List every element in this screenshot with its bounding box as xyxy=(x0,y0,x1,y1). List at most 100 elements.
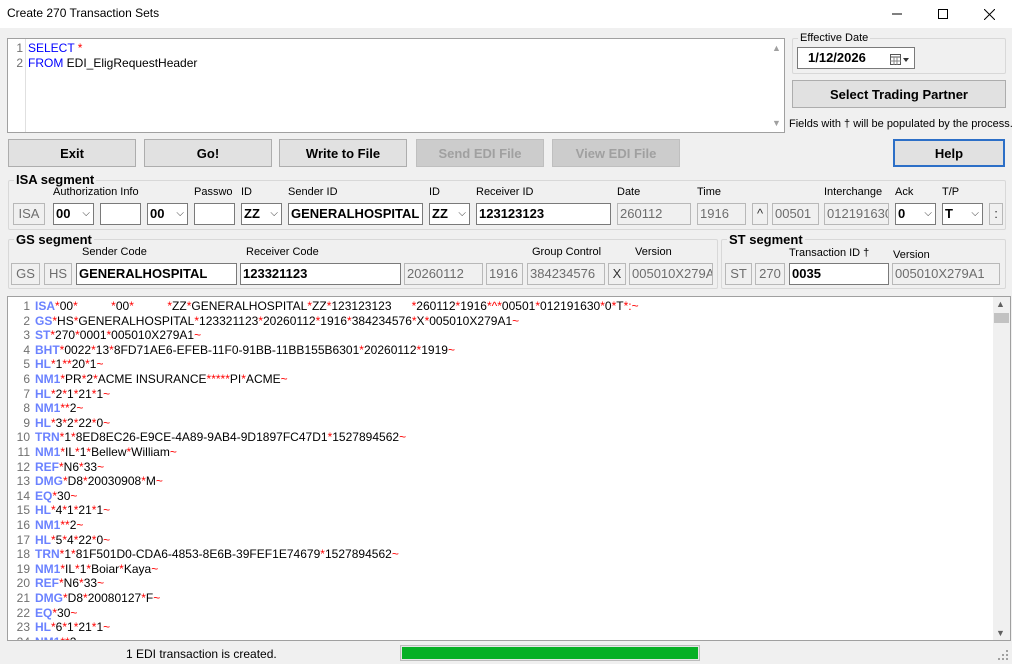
sql-scrollbar[interactable]: ▲ ▼ xyxy=(769,39,784,132)
interchange-control-field: 012191630 xyxy=(824,203,889,225)
receiver-id-label: Receiver ID xyxy=(476,186,534,198)
line-number: 21 xyxy=(16,591,30,605)
sql-text: EDI_EligRequestHeader xyxy=(63,56,198,70)
effective-date-label: Effective Date xyxy=(798,32,871,44)
ack-value: 0 xyxy=(898,206,906,221)
resize-grip-icon[interactable] xyxy=(997,649,1009,661)
isa-time-field: 1916 xyxy=(697,203,746,225)
segment-id: BHT xyxy=(35,342,60,357)
select-trading-partner-button[interactable]: Select Trading Partner xyxy=(792,80,1006,108)
segment-id: GS xyxy=(35,313,53,328)
group-control-label: Group Control xyxy=(532,246,602,258)
chevron-down-icon: ⌵ xyxy=(176,208,184,219)
exit-button[interactable]: Exit xyxy=(8,139,136,167)
time-label: Time xyxy=(697,186,722,198)
segment-id: HL xyxy=(35,532,51,547)
auth-qualifier-select[interactable]: 00 ⌵ xyxy=(53,203,94,225)
line-number: 19 xyxy=(16,561,30,576)
segment-body: **2~ xyxy=(60,635,83,640)
sender-id-input[interactable]: GENERALHOSPITAL xyxy=(288,203,423,225)
repetition-separator-field: ^ xyxy=(752,203,768,225)
write-to-file-button[interactable]: Write to File xyxy=(279,139,407,167)
segment-id: HL xyxy=(35,357,51,372)
sender-qualifier-label: ID xyxy=(241,186,252,198)
interchange-label: Interchange xyxy=(824,186,883,198)
edi-line: 6 NM1*PR*2*ACME INSURANCE*****PI*ACME~ xyxy=(8,372,287,387)
line-number: 14 xyxy=(16,488,30,503)
close-button[interactable] xyxy=(966,0,1012,28)
edi-line: 10 TRN*1*8ED8EC26-E9CE-4A89-9AB4-9D1897FC… xyxy=(8,430,406,445)
gs-time-field: 1916 xyxy=(486,263,523,285)
isa-date-field: 260112 xyxy=(617,203,691,225)
edi-line: 9 HL*3*2*22*0~ xyxy=(8,416,110,431)
line-number: 4 xyxy=(23,342,30,357)
segment-id: NM1 xyxy=(35,518,61,532)
st-segment-title: ST segment xyxy=(727,232,805,247)
effective-date-picker[interactable]: 1/12/2026 xyxy=(797,47,915,69)
gs-receiver-code-input[interactable]: 123321123 xyxy=(240,263,401,285)
receiver-qualifier-select[interactable]: ZZ ⌵ xyxy=(429,203,470,225)
scroll-up-icon[interactable]: ▲ xyxy=(996,299,1005,309)
title-bar: Create 270 Transaction Sets xyxy=(0,0,1012,28)
sub-element-separator-field: : xyxy=(989,203,1003,225)
populated-note: Fields with † will be populated by the p… xyxy=(789,118,1012,130)
chevron-down-icon: ⌵ xyxy=(82,208,90,219)
sql-query-editor[interactable]: 1 SELECT * 2 FROM EDI_EligRequestHeader ▲ … xyxy=(7,38,785,133)
segment-body: *D8*20080127*F~ xyxy=(63,591,161,605)
sender-code-label: Sender Code xyxy=(82,246,147,258)
chevron-down-icon: ⌵ xyxy=(270,208,278,219)
auth-info-input[interactable] xyxy=(100,203,141,225)
calendar-dropdown-icon[interactable] xyxy=(890,52,910,68)
maximize-button[interactable] xyxy=(920,0,966,28)
sql-text: * xyxy=(74,41,83,55)
edi-line: 20 REF*N6*33~ xyxy=(8,576,104,591)
line-number: 6 xyxy=(23,372,30,386)
help-button[interactable]: Help xyxy=(893,139,1005,167)
scroll-down-icon[interactable]: ▼ xyxy=(769,116,784,130)
sender-qualifier-select[interactable]: ZZ ⌵ xyxy=(241,203,282,225)
receiver-qualifier-value: ZZ xyxy=(432,206,448,221)
transaction-id-input[interactable]: 0035 xyxy=(789,263,889,285)
scrollbar-thumb[interactable] xyxy=(994,313,1009,323)
line-number: 9 xyxy=(23,415,30,430)
segment-id: HL xyxy=(35,386,51,401)
gs-sender-code-input[interactable]: GENERALHOSPITAL xyxy=(76,263,237,285)
ack-select[interactable]: 0 ⌵ xyxy=(895,203,936,225)
scroll-up-icon[interactable]: ▲ xyxy=(769,41,784,55)
gs-version-field: 005010X279A1 xyxy=(629,263,713,285)
send-edi-file-button[interactable]: Send EDI File xyxy=(416,139,544,167)
tp-label: T/P xyxy=(942,186,960,198)
auth-qualifier-value: 00 xyxy=(56,206,71,221)
tp-value: T xyxy=(945,206,953,221)
segment-id: TRN xyxy=(35,430,60,445)
minimize-icon xyxy=(892,13,902,15)
segment-body: *6*1*21*1~ xyxy=(51,620,111,635)
password-input[interactable] xyxy=(194,203,235,225)
line-number: 22 xyxy=(16,605,30,620)
line-number: 8 xyxy=(23,401,30,416)
edi-line: 17 HL*5*4*22*0~ xyxy=(8,532,111,548)
functional-id-field: HS xyxy=(44,263,72,285)
segment-id: TRN xyxy=(35,547,60,562)
minimize-button[interactable] xyxy=(874,0,920,28)
password-qualifier-select[interactable]: 00 ⌵ xyxy=(147,203,188,225)
edi-line: 18 TRN*1*81F501D0-CDA6-4853-8E6B-39FEF1E7… xyxy=(8,547,399,562)
edi-line: 8 NM1**2~ xyxy=(8,401,83,416)
line-number: 5 xyxy=(23,357,30,372)
go-button[interactable]: Go! xyxy=(144,139,272,167)
edi-line: 2 GS*HS*GENERALHOSPITAL*123321123*2026011… xyxy=(8,314,519,329)
edi-output-editor[interactable]: 1 ISA*00* *00* *ZZ*GENERALHOSPITAL*ZZ*123… xyxy=(7,296,1011,641)
progress-bar xyxy=(400,645,700,661)
segment-body: **2~ xyxy=(60,518,84,532)
receiver-qualifier-label: ID xyxy=(429,186,440,198)
segment-body: *270*0001*005010X279A1~ xyxy=(50,328,202,343)
tp-select[interactable]: T ⌵ xyxy=(942,203,983,225)
edi-line: 14 EQ*30~ xyxy=(8,488,78,504)
window-title: Create 270 Transaction Sets xyxy=(7,6,160,20)
gs-version-label: Version xyxy=(635,246,672,258)
view-edi-file-button[interactable]: View EDI File xyxy=(552,139,680,167)
receiver-id-input[interactable]: 123123123 xyxy=(476,203,611,225)
edi-scrollbar[interactable]: ▲ ▼ xyxy=(993,297,1010,640)
scroll-down-icon[interactable]: ▼ xyxy=(996,628,1005,638)
password-label: Passwo xyxy=(194,186,233,198)
